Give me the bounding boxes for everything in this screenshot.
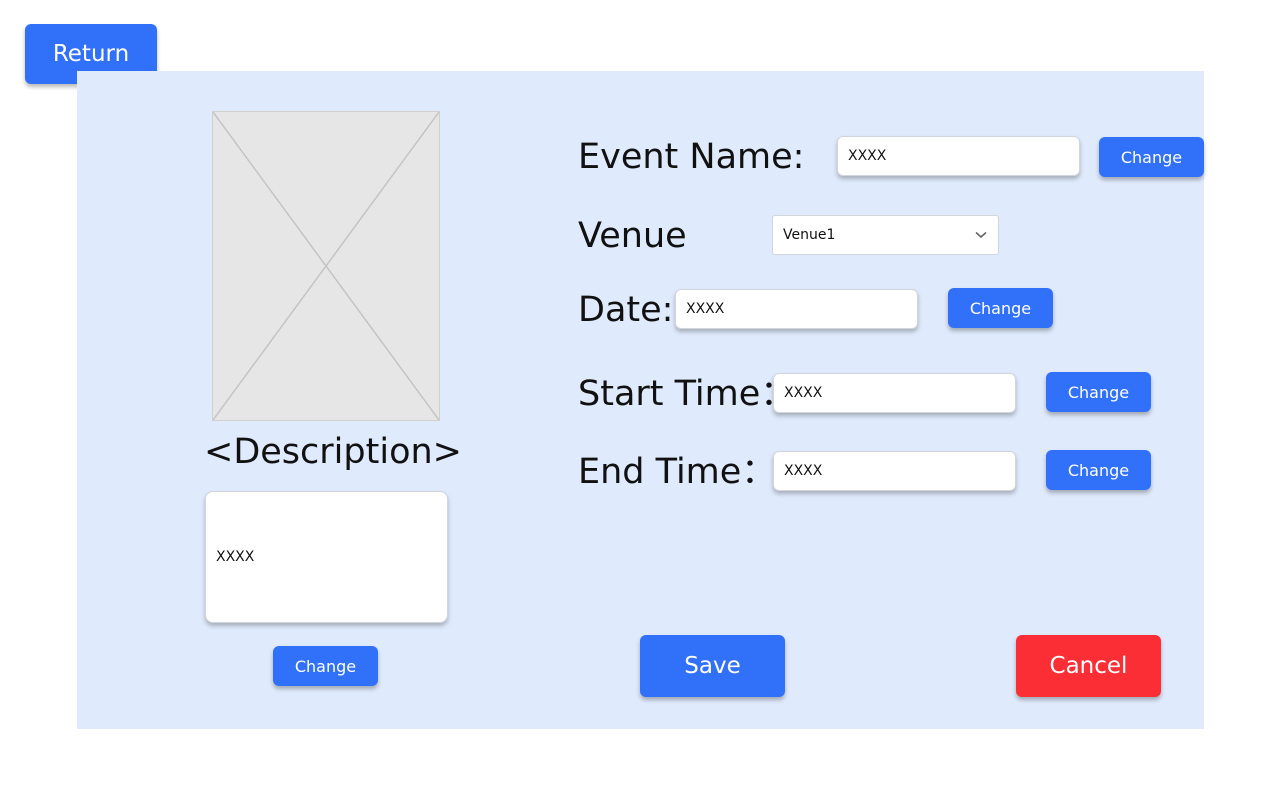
description-heading: <Description> [204,432,462,472]
start-time-change-button[interactable]: Change [1046,372,1151,412]
end-time-input[interactable] [773,451,1016,491]
start-time-label: Start Time： [578,374,796,414]
end-time-change-button[interactable]: Change [1046,450,1151,490]
description-change-button[interactable]: Change [273,646,378,686]
event-name-label: Event Name: [578,137,805,177]
description-textarea[interactable]: XXXX [205,491,448,623]
date-label: Date: [578,290,674,330]
cancel-button[interactable]: Cancel [1016,635,1161,697]
description-value: XXXX [216,549,255,565]
date-input[interactable] [675,289,918,329]
save-button[interactable]: Save [640,635,785,697]
venue-select[interactable]: Venue1 [772,215,999,255]
venue-selected-value: Venue1 [783,227,836,243]
event-name-input[interactable] [837,136,1080,176]
image-placeholder-icon [212,111,440,421]
end-time-label: End Time： [578,452,777,492]
start-time-input[interactable] [773,373,1016,413]
venue-label: Venue [578,216,687,256]
chevron-down-icon [974,228,988,242]
date-change-button[interactable]: Change [948,288,1053,328]
event-name-change-button[interactable]: Change [1099,137,1204,177]
